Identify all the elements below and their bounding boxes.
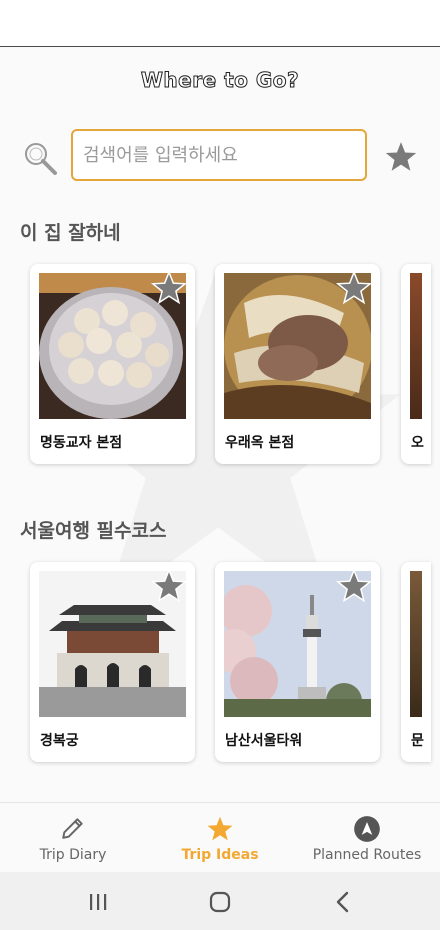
- status-bar: [0, 0, 440, 47]
- favorite-star-icon[interactable]: [151, 568, 187, 604]
- page-title: Where to Go?: [140, 68, 300, 93]
- tab-trip-ideas[interactable]: Trip Ideas: [146, 803, 294, 873]
- favorite-star-icon[interactable]: [151, 270, 187, 306]
- favorite-star-icon[interactable]: [336, 270, 372, 306]
- search-input[interactable]: [73, 131, 365, 179]
- place-card-gyeongbokgung[interactable]: 경복궁: [30, 562, 195, 762]
- favorites-star-icon[interactable]: [384, 140, 418, 174]
- place-card-myeongdong-gyoja[interactable]: 명동교자 본점: [30, 264, 195, 464]
- tab-label: Trip Ideas: [181, 847, 259, 863]
- tab-label: Trip Diary: [39, 847, 107, 863]
- section-title-restaurants: 이 집 잘하네: [20, 222, 121, 244]
- back-icon[interactable]: [328, 888, 358, 916]
- place-card-uraeok[interactable]: 우래옥 본점: [215, 264, 380, 464]
- section-title-must-visit: 서울여행 필수코스: [20, 520, 167, 542]
- place-name: 남산서울타워: [225, 733, 303, 749]
- tab-trip-diary[interactable]: Trip Diary: [0, 803, 146, 873]
- place-card-namsan-tower[interactable]: 남산서울타워: [215, 562, 380, 762]
- place-name: 오: [411, 435, 424, 451]
- star-icon: [207, 816, 233, 841]
- bottom-navigation: Trip Diary Trip Ideas Planned Routes: [0, 802, 440, 873]
- tab-planned-routes[interactable]: Planned Routes: [294, 803, 440, 873]
- home-icon[interactable]: [205, 888, 235, 916]
- system-navigation-bar: [0, 872, 440, 930]
- search-field[interactable]: [71, 129, 367, 181]
- place-card-partial[interactable]: 오: [401, 264, 431, 464]
- place-photo-partial: [410, 571, 422, 717]
- pencil-icon: [62, 818, 83, 839]
- tab-label: Planned Routes: [312, 847, 422, 863]
- place-photo-partial: [410, 273, 422, 419]
- recent-apps-icon[interactable]: [83, 888, 113, 916]
- navigation-icon: [354, 816, 380, 842]
- search-icon[interactable]: [22, 140, 58, 176]
- place-name: 명동교자 본점: [40, 435, 123, 451]
- place-name: 경복궁: [40, 733, 79, 749]
- place-card-partial[interactable]: 문: [401, 562, 431, 762]
- favorite-star-icon[interactable]: [336, 568, 372, 604]
- place-name: 문: [411, 733, 424, 749]
- place-name: 우래옥 본점: [225, 435, 295, 451]
